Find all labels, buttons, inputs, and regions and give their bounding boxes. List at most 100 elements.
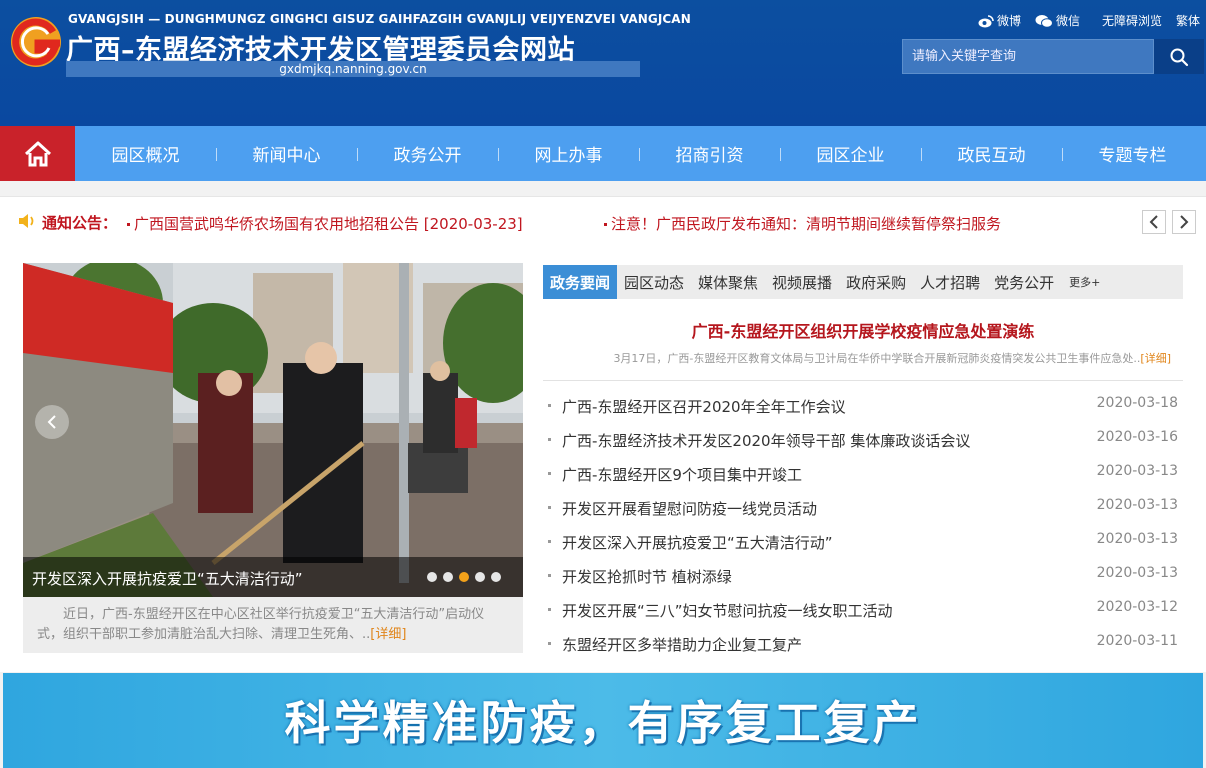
news-title: 开发区抢抓时节 植树添绿: [562, 568, 732, 586]
accessibility-label: 无障碍浏览: [1101, 14, 1162, 28]
slide-prev-button[interactable]: [35, 405, 69, 439]
list-item[interactable]: 开发区开展看望慰问防疫一线党员活动 2020-03-13: [543, 491, 1183, 525]
slide-dot-active[interactable]: [459, 572, 469, 582]
news-title: 东盟经开区多举措助力企业复工复产: [562, 636, 803, 654]
news-title: 开发区开展“三八”妇女节慰问抗疫一线女职工活动: [562, 602, 893, 620]
news-title: 广西-东盟经济技术开发区2020年领导干部 集体廉政谈话会议: [562, 432, 971, 450]
headline-summary-text: 3月17日，广西-东盟经开区教育文体局与卫计局在华侨中学联合开展新冠肺炎疫情突发…: [613, 352, 1141, 365]
slide-dot[interactable]: [427, 572, 437, 582]
search-button[interactable]: [1154, 39, 1204, 74]
top-links: 微博 微信 无障碍浏览 繁体: [978, 12, 1200, 29]
nav-item-park-enterprises[interactable]: 园区企业: [780, 126, 921, 181]
weibo-link[interactable]: 微博: [978, 12, 1021, 29]
notice-next-button[interactable]: [1172, 210, 1196, 234]
nav-item-news-center[interactable]: 新闻中心: [216, 126, 357, 181]
list-bullet: [548, 472, 551, 475]
news-list: 广西-东盟经开区召开2020年全年工作会议 2020-03-18 广西-东盟经济技…: [543, 389, 1183, 661]
list-item[interactable]: 广西-东盟经开区9个项目集中开竣工 2020-03-13: [543, 457, 1183, 491]
list-item[interactable]: 开发区深入开展抗疫爱卫“五大清洁行动” 2020-03-13: [543, 525, 1183, 559]
headline-detail-link[interactable]: [详细]: [1140, 352, 1171, 365]
tab-more-link[interactable]: 更多+: [1061, 265, 1108, 299]
tab-recruitment[interactable]: 人才招聘: [913, 265, 987, 299]
home-icon: [24, 141, 51, 166]
list-bullet: [548, 438, 551, 441]
list-item[interactable]: 开发区抢抓时节 植树添绿 2020-03-13: [543, 559, 1183, 593]
news-date: 2020-03-13: [1096, 565, 1178, 581]
nav-home-button[interactable]: [0, 126, 75, 181]
tab-park-dynamics[interactable]: 园区动态: [617, 265, 691, 299]
banner-text: 科学精准防疫，有序复工复产: [284, 696, 922, 750]
site-logo-icon[interactable]: [8, 14, 64, 70]
nav-item-government-affairs[interactable]: 政务公开: [357, 126, 498, 181]
news-date: 2020-03-11: [1096, 633, 1178, 649]
news-date: 2020-03-12: [1096, 599, 1178, 615]
tab-government-news[interactable]: 政务要闻: [543, 265, 618, 299]
nav-item-investment[interactable]: 招商引资: [639, 126, 780, 181]
notice-prev-button[interactable]: [1142, 210, 1166, 234]
news-slideshow[interactable]: 开发区深入开展抗疫爱卫“五大清洁行动”: [23, 263, 523, 597]
tab-video[interactable]: 视频展播: [765, 265, 839, 299]
slide-caption-bar: 开发区深入开展抗疫爱卫“五大清洁行动”: [23, 557, 523, 597]
headline-title[interactable]: 广西-东盟经开区组织开展学校疫情应急处置演练: [543, 318, 1183, 342]
news-tabs: 政务要闻 园区动态 媒体聚焦 视频展播 政府采购 人才招聘 党务公开 更多+: [543, 265, 1183, 299]
slide-dot[interactable]: [443, 572, 453, 582]
list-bullet: [548, 642, 551, 645]
nav-items: 园区概况 新闻中心 政务公开 网上办事 招商引资 园区企业 政民互动 专题专栏: [75, 126, 1206, 181]
nav-item-park-overview[interactable]: 园区概况: [75, 126, 216, 181]
notice-item-text: 广西国营武鸣华侨农场国有农用地招租公告 [2020-03-23]: [134, 215, 523, 233]
nav-item-public-interaction[interactable]: 政民互动: [921, 126, 1062, 181]
list-item[interactable]: 开发区开展“三八”妇女节慰问抗疫一线女职工活动 2020-03-12: [543, 593, 1183, 627]
news-date: 2020-03-16: [1096, 429, 1178, 445]
slide-dot[interactable]: [475, 572, 485, 582]
divider: [543, 380, 1183, 381]
list-item[interactable]: 东盟经开区多举措助力企业复工复产 2020-03-11: [543, 627, 1183, 661]
slide-photo: [23, 263, 523, 597]
weibo-label: 微博: [996, 14, 1021, 28]
nav-item-online-services[interactable]: 网上办事: [498, 126, 639, 181]
nav-item-special-topics[interactable]: 专题专栏: [1062, 126, 1203, 181]
notice-item[interactable]: 广西国营武鸣华侨农场国有农用地招租公告 [2020-03-23]: [127, 213, 523, 234]
news-title: 开发区开展看望慰问防疫一线党员活动: [562, 500, 818, 518]
campaign-banner[interactable]: 科学精准防疫，有序复工复产: [3, 673, 1203, 768]
traditional-chinese-link[interactable]: 繁体: [1176, 12, 1200, 29]
list-bullet: [548, 574, 551, 577]
notice-label: 通知公告：: [42, 214, 118, 232]
slide-dot[interactable]: [491, 572, 501, 582]
slide-dots: [427, 572, 501, 582]
list-bullet: [548, 506, 551, 509]
speaker-icon: [19, 214, 34, 228]
search-input[interactable]: 请输入关键字查询: [902, 39, 1154, 74]
weixin-link[interactable]: 微信: [1035, 12, 1080, 29]
notice-bar: 通知公告： 广西国营武鸣华侨农场国有农用地招租公告 [2020-03-23] 注…: [0, 196, 1206, 246]
chevron-left-icon: [47, 415, 56, 429]
site-pinyin-title: GVANGJSIH — DUNGHMUNGZ GINGHCI GISUZ GAI…: [68, 12, 691, 26]
list-bullet: [548, 404, 551, 407]
slide-detail-link[interactable]: [详细]: [370, 627, 406, 642]
search-icon: [1170, 48, 1189, 66]
news-date: 2020-03-13: [1096, 463, 1178, 479]
news-title: 广西-东盟经开区召开2020年全年工作会议: [562, 398, 846, 416]
tab-party-affairs[interactable]: 党务公开: [987, 265, 1061, 299]
notice-bullet: [604, 223, 607, 226]
headline-summary: 3月17日，广西-东盟经开区教育文体局与卫计局在华侨中学联合开展新冠肺炎疫情突发…: [543, 350, 1171, 366]
list-bullet: [548, 608, 551, 611]
accessibility-link[interactable]: 无障碍浏览: [1102, 12, 1162, 29]
slide-caption[interactable]: 开发区深入开展抗疫爱卫“五大清洁行动”: [32, 568, 303, 589]
chevron-right-icon: [1180, 215, 1189, 229]
slide-summary: 近日，广西-东盟经开区在中心区社区举行抗疫爱卫“五大清洁行动”启动仪式，组织干部…: [23, 597, 523, 653]
tab-media-focus[interactable]: 媒体聚焦: [691, 265, 765, 299]
traditional-label: 繁体: [1175, 14, 1200, 28]
news-date: 2020-03-18: [1096, 395, 1178, 411]
notice-arrows: [1142, 210, 1196, 234]
list-item[interactable]: 广西-东盟经济技术开发区2020年领导干部 集体廉政谈话会议 2020-03-16: [543, 423, 1183, 457]
news-date: 2020-03-13: [1096, 531, 1178, 547]
list-bullet: [548, 540, 551, 543]
site-domain: gxdmjkq.nanning.gov.cn: [279, 62, 427, 76]
news-date: 2020-03-13: [1096, 497, 1178, 513]
tab-procurement[interactable]: 政府采购: [839, 265, 913, 299]
slide-summary-text: 近日，广西-东盟经开区在中心区社区举行抗疫爱卫“五大清洁行动”启动仪式，组织干部…: [37, 607, 485, 642]
news-title: 广西-东盟经开区9个项目集中开竣工: [562, 466, 802, 484]
list-item[interactable]: 广西-东盟经开区召开2020年全年工作会议 2020-03-18: [543, 389, 1183, 423]
notice-item-text: 注意！广西民政厅发布通知：清明节期间继续暂停祭扫服务: [611, 215, 1002, 233]
notice-item[interactable]: 注意！广西民政厅发布通知：清明节期间继续暂停祭扫服务: [604, 213, 1001, 234]
